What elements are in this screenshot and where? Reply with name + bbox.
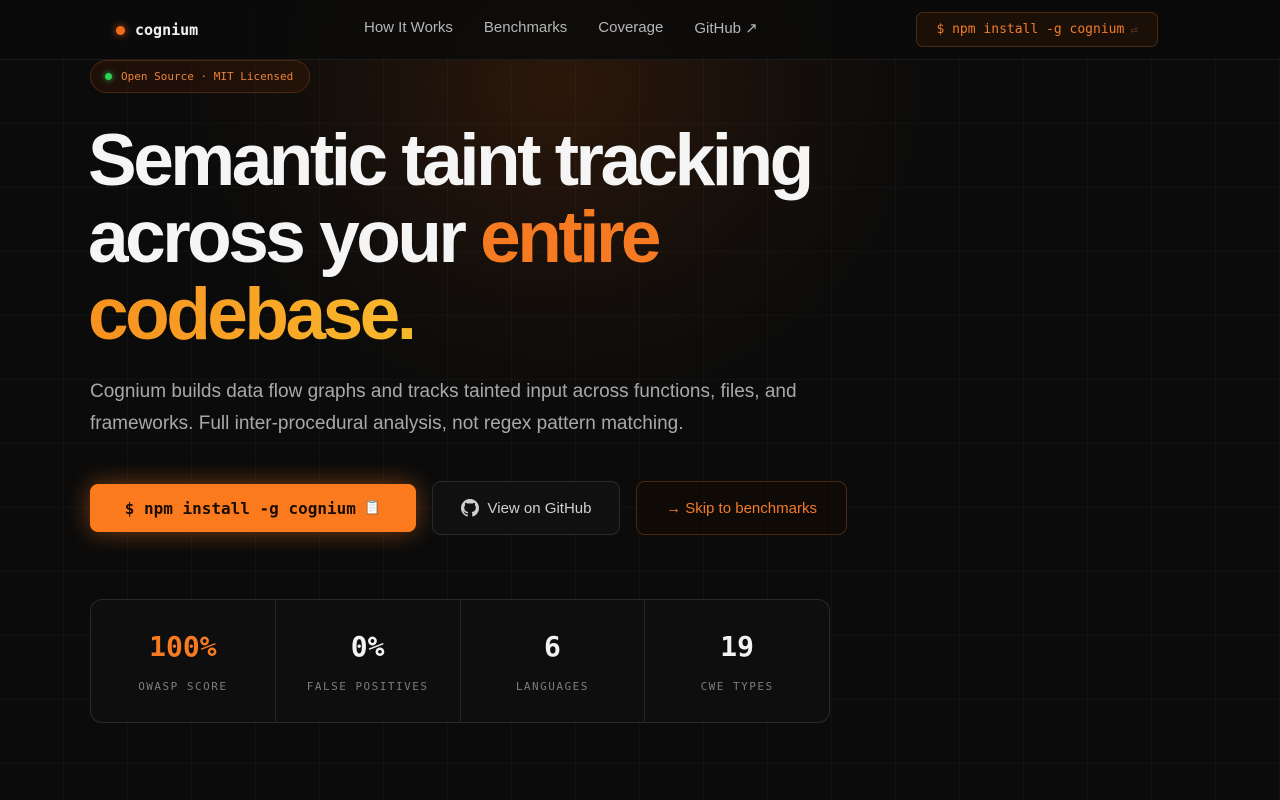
github-icon [460,499,479,517]
headline-line-1: Semantic taint tracking [88,120,814,201]
nav-install-command-button[interactable]: $ npm install -g cognium ⏎ [916,12,1158,47]
nav-link-github[interactable]: GitHub ↗ [694,19,757,37]
nav-link-benchmarks[interactable]: Benchmarks [484,19,567,37]
hero-subtext: Cognium builds data flow graphs and trac… [90,381,797,434]
enter-icon: ⏎ [1130,22,1138,37]
stat-value: 19 [720,630,754,663]
install-command-text: $ npm install -g cognium [124,498,356,518]
license-badge: Open Source · MIT Licensed [90,60,311,93]
hero-headline: Semantic taint tracking across your enti… [88,122,988,353]
view-on-github-button[interactable]: View on GitHub [432,481,620,535]
headline-accent-entire: entire [480,197,661,278]
stat-false-positives: 0% FALSE POSITIVES [276,600,461,722]
headline-line-2: across your [88,197,481,278]
skip-to-benchmarks-button[interactable]: → Skip to benchmarks [636,481,847,535]
headline-accent-codebase: codebase. [88,274,417,355]
nav-install-command-text: $ npm install -g cognium [936,22,1125,37]
nav-link-how-it-works[interactable]: How It Works [364,19,453,37]
skip-to-benchmarks-label: → Skip to benchmarks [666,499,817,517]
license-badge-text: Open Source · MIT Licensed [121,70,294,83]
stats-panel: 100% OWASP SCORE 0% FALSE POSITIVES 6 LA… [90,599,830,723]
stat-value: 0% [350,630,385,663]
stat-cwe-types: 19 CWE TYPES [645,600,829,722]
top-nav: cognium How It Works Benchmarks Coverage… [0,0,1280,60]
view-on-github-label: View on GitHub [487,499,592,517]
stat-value: 100% [149,630,217,663]
status-dot-icon [105,73,112,80]
brand-logo[interactable]: cognium [116,18,198,42]
nav-links: How It Works Benchmarks Coverage GitHub … [364,19,758,37]
nav-link-coverage[interactable]: Coverage [598,19,663,37]
stat-owasp-score: 100% OWASP SCORE [91,600,276,722]
brand-dot-icon [116,25,125,35]
brand-name: cognium [135,21,199,39]
stat-label: FALSE POSITIVES [306,680,429,693]
clipboard-icon: 📋 [363,500,382,516]
stat-label: CWE TYPES [700,680,774,693]
install-command-button[interactable]: $ npm install -g cognium 📋 [90,484,416,532]
stat-label: OWASP SCORE [138,680,228,693]
stat-value: 6 [543,630,561,663]
stat-languages: 6 LANGUAGES [461,600,646,722]
stat-label: LANGUAGES [515,680,589,693]
